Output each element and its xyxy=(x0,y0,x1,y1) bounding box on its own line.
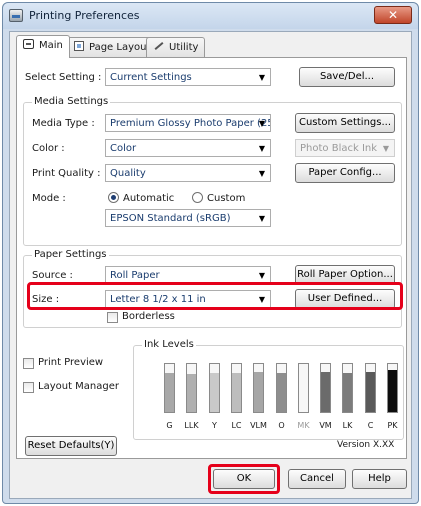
select-setting-label: Select Setting : xyxy=(25,72,102,83)
print-preview-label: Print Preview xyxy=(38,357,104,368)
chevron-down-icon: ▼ xyxy=(258,169,265,178)
printing-preferences-window: Printing Preferences ✕ Main Page Layout … xyxy=(2,2,419,504)
ink-level-bar xyxy=(209,363,220,413)
ink-level-bar xyxy=(320,363,331,413)
ink-level-fill xyxy=(277,373,286,412)
ink-level-bar xyxy=(253,363,264,413)
dialog-body: Main Page Layout Utility Select Setting … xyxy=(9,31,412,499)
ink-level-bar xyxy=(231,363,242,413)
mode-automatic-label: Automatic xyxy=(123,193,175,204)
cancel-button[interactable]: Cancel xyxy=(288,469,346,489)
ok-button[interactable]: OK xyxy=(213,469,275,489)
media-type-dropdown[interactable]: Premium Glossy Photo Paper (250) ▼ xyxy=(105,114,271,132)
mode-automatic-radio[interactable]: Automatic xyxy=(108,192,174,204)
media-settings-group: Media Settings Media Type : Premium Glos… xyxy=(23,96,402,246)
roll-paper-option-button[interactable]: Roll Paper Option... xyxy=(295,265,395,285)
layout-manager-label: Layout Manager xyxy=(38,381,120,392)
ink-level-label: PK xyxy=(387,421,398,430)
ink-level-bar xyxy=(186,363,197,413)
size-label: Size : xyxy=(32,294,60,305)
wrench-icon xyxy=(153,41,164,51)
main-tab-panel: Select Setting : Current Settings ▼ Save/… xyxy=(16,57,407,459)
print-quality-label: Print Quality : xyxy=(32,168,101,179)
tab-page-layout-label: Page Layout xyxy=(89,42,151,53)
black-ink-value: Photo Black Ink xyxy=(300,143,378,154)
borderless-checkbox[interactable] xyxy=(107,312,118,323)
print-quality-dropdown[interactable]: Quality ▼ xyxy=(105,164,271,182)
printer-app-icon xyxy=(9,9,23,22)
source-value: Roll Paper xyxy=(110,270,160,281)
color-dropdown[interactable]: Color ▼ xyxy=(105,139,271,157)
color-value: Color xyxy=(110,143,137,154)
ink-level-bar xyxy=(387,363,398,413)
paper-settings-title: Paper Settings xyxy=(32,249,109,260)
tab-utility[interactable]: Utility xyxy=(146,37,206,57)
media-type-value: Premium Glossy Photo Paper (250) xyxy=(110,118,271,129)
radio-icon xyxy=(192,192,203,203)
source-dropdown[interactable]: Roll Paper ▼ xyxy=(105,266,271,284)
color-mode-value: EPSON Standard (sRGB) xyxy=(110,213,231,224)
custom-settings-button[interactable]: Custom Settings... xyxy=(295,113,395,133)
size-value: Letter 8 1/2 x 11 in xyxy=(110,294,206,305)
user-defined-button[interactable]: User Defined... xyxy=(295,289,395,309)
printer-icon xyxy=(23,39,34,49)
radio-checked-icon xyxy=(108,192,119,203)
print-quality-value: Quality xyxy=(110,168,146,179)
tab-utility-label: Utility xyxy=(169,42,199,53)
paper-settings-group: Paper Settings Source : Roll Paper ▼ Roll… xyxy=(23,249,402,328)
version-text: Version X.XX xyxy=(337,440,395,450)
color-label: Color : xyxy=(32,143,65,154)
window-title: Printing Preferences xyxy=(29,9,140,22)
chevron-down-icon: ▼ xyxy=(258,144,265,153)
tab-main[interactable]: Main xyxy=(16,35,70,58)
ink-level-fill xyxy=(388,370,397,412)
ink-level-bar xyxy=(365,363,376,413)
ink-level-fill xyxy=(343,373,352,412)
ink-level-bar xyxy=(164,363,175,413)
ink-level-fill xyxy=(366,372,375,412)
media-settings-title: Media Settings xyxy=(32,96,111,107)
size-dropdown[interactable]: Letter 8 1/2 x 11 in ▼ xyxy=(105,290,271,308)
layout-icon xyxy=(74,41,84,51)
mode-label: Mode : xyxy=(32,193,66,204)
save-del-button[interactable]: Save/Del... xyxy=(299,67,395,87)
select-setting-dropdown[interactable]: Current Settings ▼ xyxy=(105,68,271,86)
chevron-down-icon: ▼ xyxy=(382,144,389,153)
ink-level-fill xyxy=(187,374,196,412)
ink-level-fill xyxy=(210,373,219,412)
help-button[interactable]: Help xyxy=(352,469,407,489)
ink-level-bar xyxy=(276,363,287,413)
ink-level-fill xyxy=(232,373,241,412)
tab-page-layout[interactable]: Page Layout xyxy=(67,37,158,57)
chevron-down-icon: ▼ xyxy=(258,119,265,128)
ink-level-fill xyxy=(321,372,330,412)
ink-levels-group: Ink Levels G LLK Y LC VLM O MK VM LK C PK xyxy=(133,339,405,441)
ink-level-fill xyxy=(254,372,263,412)
layout-manager-checkbox[interactable] xyxy=(23,382,34,393)
borderless-label: Borderless xyxy=(122,311,175,322)
chevron-down-icon: ▼ xyxy=(258,295,265,304)
print-preview-checkbox[interactable] xyxy=(23,358,34,369)
tab-main-label: Main xyxy=(39,40,63,51)
chevron-down-icon: ▼ xyxy=(258,73,265,82)
mode-custom-radio[interactable]: Custom xyxy=(192,192,245,204)
media-type-label: Media Type : xyxy=(32,118,95,129)
ink-level-bar xyxy=(298,363,309,413)
chevron-down-icon: ▼ xyxy=(258,271,265,280)
chevron-down-icon: ▼ xyxy=(258,214,265,223)
mode-custom-label: Custom xyxy=(207,193,246,204)
paper-config-button[interactable]: Paper Config... xyxy=(295,163,395,183)
black-ink-dropdown: Photo Black Ink ▼ xyxy=(295,139,395,157)
ink-levels-chart: G LLK Y LC VLM O MK VM LK C PK xyxy=(134,346,405,441)
ink-level-bar xyxy=(342,363,353,413)
ink-level-fill xyxy=(165,373,174,412)
source-label: Source : xyxy=(32,270,73,281)
color-mode-dropdown[interactable]: EPSON Standard (sRGB) ▼ xyxy=(105,209,271,227)
close-button[interactable]: ✕ xyxy=(374,6,412,24)
select-setting-value: Current Settings xyxy=(110,72,192,83)
title-bar[interactable]: Printing Preferences ✕ xyxy=(3,3,418,29)
reset-defaults-button[interactable]: Reset Defaults(Y) xyxy=(25,436,117,456)
